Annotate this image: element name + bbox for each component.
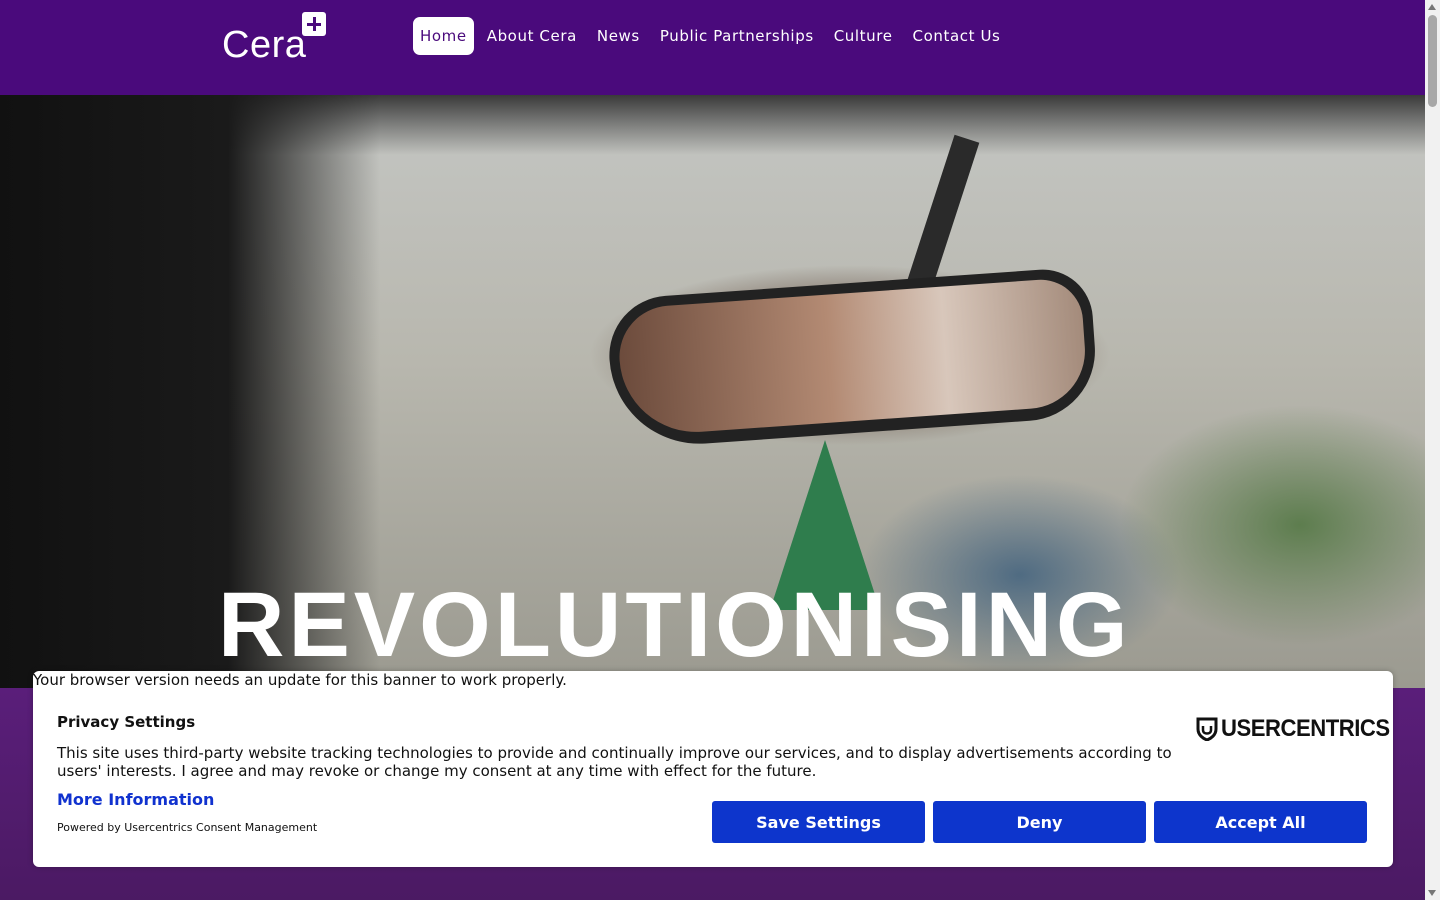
consent-banner: Privacy Settings This site uses third-pa… [33, 671, 1393, 867]
consent-text: This site uses third-party website track… [57, 744, 1172, 780]
nav-item-public-partnerships[interactable]: Public Partnerships [653, 17, 821, 55]
powered-by-text: Powered by Usercentrics Consent Manageme… [57, 821, 318, 834]
cera-logo[interactable]: Cera [222, 12, 332, 66]
logo-text: Cera [222, 24, 307, 66]
nav-item-culture[interactable]: Culture [827, 17, 900, 55]
mirror-reflection [616, 276, 1089, 438]
more-information-link[interactable]: More Information [57, 790, 214, 809]
hero-title: REVOLUTIONISING [218, 574, 1132, 676]
hero-video: REVOLUTIONISING [0, 95, 1425, 688]
main-nav: Home About Cera News Public Partnerships… [413, 16, 1013, 55]
nav-item-news[interactable]: News [590, 17, 647, 55]
browser-update-notice: Your browser version needs an update for… [33, 671, 567, 689]
brand-text: USERCENTRICS [1221, 715, 1390, 742]
plus-icon [302, 12, 326, 36]
page-scrollbar[interactable] [1425, 0, 1440, 900]
mirror-mount [906, 134, 980, 291]
nav-item-about-cera[interactable]: About Cera [480, 17, 584, 55]
rearview-mirror [605, 266, 1100, 450]
consent-title: Privacy Settings [57, 713, 196, 731]
scroll-down-arrow-icon[interactable] [1428, 890, 1436, 896]
accept-all-button[interactable]: Accept All [1154, 801, 1367, 843]
deny-button[interactable]: Deny [933, 801, 1146, 843]
save-settings-button[interactable]: Save Settings [712, 801, 925, 843]
usercentrics-logo: USERCENTRICS [1196, 715, 1404, 742]
site-header: Cera Home About Cera News Public Partner… [0, 0, 1425, 95]
scroll-up-arrow-icon[interactable] [1428, 4, 1436, 10]
shield-icon [1196, 717, 1218, 741]
nav-item-contact-us[interactable]: Contact Us [906, 17, 1008, 55]
scroll-thumb[interactable] [1428, 15, 1437, 107]
nav-item-home[interactable]: Home [413, 16, 474, 55]
